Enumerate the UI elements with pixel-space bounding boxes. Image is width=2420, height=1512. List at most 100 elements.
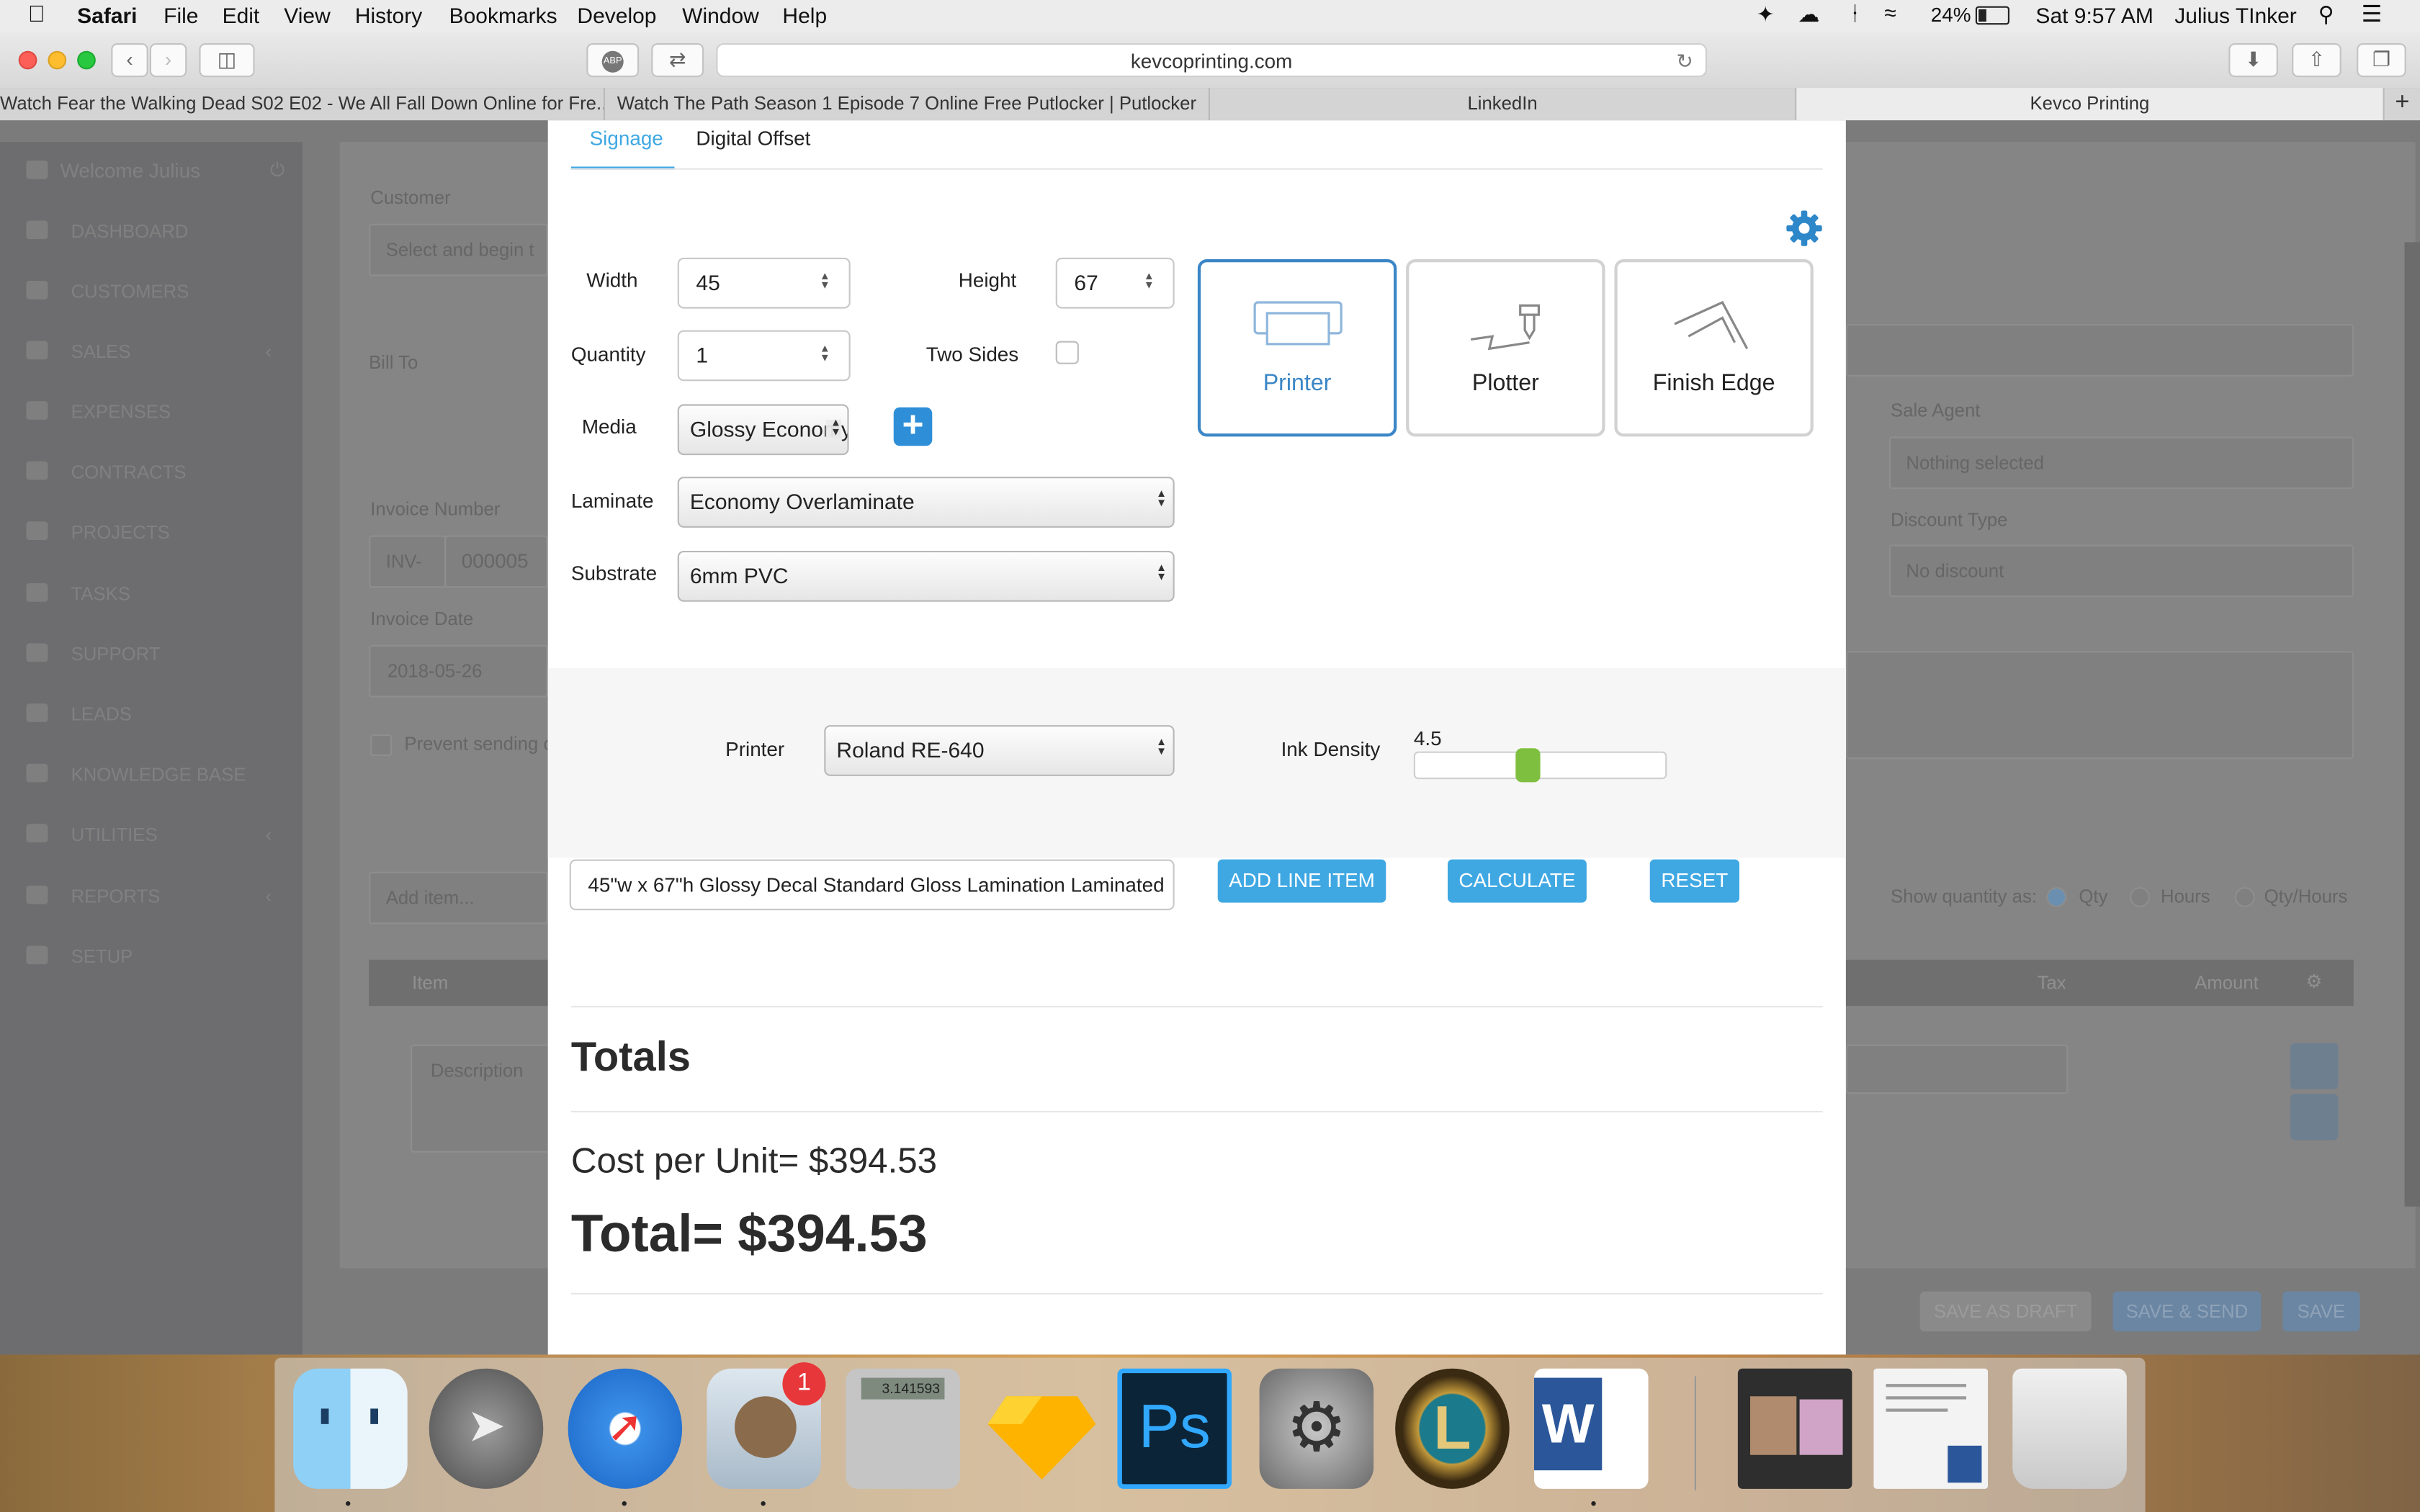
- dock-sketch-icon[interactable]: [985, 1369, 1099, 1489]
- status-select[interactable]: [1845, 324, 2354, 377]
- menu-bookmarks[interactable]: Bookmarks: [449, 3, 557, 27]
- qty-radio[interactable]: [2046, 887, 2067, 907]
- tab-fear-walking-dead[interactable]: Watch Fear the Walking Dead S02 E02 - We…: [0, 88, 605, 121]
- dock-photoshop-icon[interactable]: Ps: [1117, 1368, 1232, 1489]
- menu-history[interactable]: History: [355, 3, 422, 27]
- battery-icon[interactable]: [1975, 6, 2009, 25]
- notification-center-icon[interactable]: ☰: [2362, 0, 2383, 27]
- add-line-item-button[interactable]: ADD LINE ITEM: [1217, 859, 1386, 903]
- page-scrollbar[interactable]: [2404, 242, 2420, 1207]
- customer-select[interactable]: Select and begin t: [369, 223, 548, 276]
- dock-photos-folder-icon[interactable]: [1737, 1368, 1852, 1489]
- width-stepper-icon[interactable]: ▲ ▼: [820, 271, 830, 292]
- media-select[interactable]: Glossy Economy ▲ ▼: [677, 404, 849, 456]
- height-input[interactable]: 67 ▲ ▼: [1055, 257, 1175, 309]
- add-media-button[interactable]: +: [893, 407, 933, 446]
- tool-card-printer[interactable]: Printer: [1197, 259, 1397, 437]
- substrate-select[interactable]: 6mm PVC ▲ ▼: [677, 551, 1175, 602]
- admin-note-textarea[interactable]: [1845, 651, 2354, 760]
- tool-card-finish-edge[interactable]: Finish Edge: [1614, 259, 1814, 437]
- wifi-icon[interactable]: ≈: [1884, 0, 1896, 24]
- menu-clock[interactable]: Sat 9:57 AM: [2035, 3, 2153, 27]
- sale-agent-select[interactable]: Nothing selected: [1888, 436, 2354, 490]
- tool-card-plotter[interactable]: Plotter: [1406, 259, 1605, 437]
- status-tool-icon[interactable]: ✦: [1757, 1, 1775, 27]
- two-sides-checkbox[interactable]: [1055, 341, 1079, 364]
- dock-word-icon[interactable]: W: [1534, 1368, 1649, 1489]
- sidebar-item-projects[interactable]: PROJECTS: [26, 521, 170, 543]
- apple-icon[interactable]: : [28, 1, 45, 27]
- dock-document-icon[interactable]: [1873, 1368, 1988, 1489]
- reload-icon[interactable]: ↻: [1676, 45, 1693, 77]
- tab-digital-offset[interactable]: Digital Offset: [696, 127, 810, 150]
- dock-finder-icon[interactable]: [293, 1368, 408, 1489]
- hours-radio[interactable]: [2130, 887, 2150, 907]
- line-item-description-input[interactable]: 45"w x 67"h Glossy Decal Standard Gloss …: [569, 859, 1175, 911]
- minimize-window-icon[interactable]: [48, 50, 67, 70]
- sidebar-item-tasks[interactable]: TASKS: [26, 583, 130, 605]
- ink-density-slider-handle[interactable]: [1515, 748, 1541, 783]
- menu-view[interactable]: View: [284, 3, 330, 27]
- sidebar-item-setup[interactable]: SETUP: [26, 945, 133, 968]
- tab-the-path[interactable]: Watch The Path Season 1 Episode 7 Online…: [605, 88, 1210, 121]
- add-item-select[interactable]: Add item...: [369, 871, 548, 924]
- ink-density-slider[interactable]: [1413, 748, 1667, 783]
- dock-calculator-icon[interactable]: 3.141593: [846, 1368, 960, 1489]
- sidebar-item-dashboard[interactable]: DASHBOARD: [26, 220, 188, 242]
- qty-hours-radio[interactable]: [2234, 887, 2255, 907]
- sidebar-item-knowledge-base[interactable]: KNOWLEDGE BASE: [26, 763, 246, 786]
- sidebar-item-utilities[interactable]: UTILITIES: [26, 824, 158, 845]
- menu-file[interactable]: File: [163, 3, 198, 27]
- sidebar-item-leads[interactable]: LEADS: [26, 703, 132, 725]
- discount-type-select[interactable]: No discount: [1888, 544, 2354, 598]
- cloud-check-icon[interactable]: ☁: [1798, 1, 1819, 27]
- table-settings-icon[interactable]: ⚙: [2305, 971, 2322, 992]
- sidebar-item-contracts[interactable]: CONTRACTS: [26, 461, 187, 483]
- share-icon[interactable]: ⇧: [2292, 43, 2341, 78]
- printer-select[interactable]: Roland RE-640 ▲ ▼: [824, 725, 1175, 776]
- extension-icon[interactable]: ⇄: [651, 43, 704, 78]
- tabs-overview-icon[interactable]: ❐: [2357, 43, 2406, 78]
- dock-mail-icon[interactable]: 1: [707, 1362, 826, 1489]
- menu-help[interactable]: Help: [782, 3, 827, 27]
- zoom-window-icon[interactable]: [77, 50, 96, 70]
- dock-trash-icon[interactable]: [2012, 1368, 2127, 1489]
- forward-button[interactable]: ›: [149, 43, 187, 78]
- new-tab-icon[interactable]: +: [2385, 88, 2420, 120]
- address-bar[interactable]: kevcoprinting.com ↻: [716, 43, 1708, 78]
- menu-app-safari[interactable]: Safari: [77, 3, 137, 27]
- invoice-date-input[interactable]: 2018-05-26: [369, 644, 548, 698]
- invoice-number-input[interactable]: 000005: [444, 535, 548, 588]
- save-button[interactable]: SAVE: [2282, 1291, 2360, 1332]
- back-button[interactable]: ‹: [111, 43, 148, 78]
- tab-kevco-printing[interactable]: Kevco Printing: [1796, 88, 2385, 121]
- bulk-item-button[interactable]: [2290, 1043, 2339, 1089]
- bluetooth-icon[interactable]: ᛂ: [1849, 1, 1861, 24]
- sidebar-item-sales[interactable]: SALES: [26, 341, 131, 363]
- menu-user[interactable]: Julius TInker: [2174, 3, 2297, 27]
- settings-gear-icon[interactable]: [1783, 207, 1826, 250]
- adblock-icon[interactable]: ABP: [586, 43, 640, 78]
- height-stepper-icon[interactable]: ▲ ▼: [1144, 271, 1155, 292]
- save-as-draft-button[interactable]: SAVE AS DRAFT: [1919, 1291, 2092, 1332]
- sidebar-toggle-button[interactable]: ◫: [199, 43, 255, 78]
- quantity-stepper-icon[interactable]: ▲ ▼: [820, 344, 830, 364]
- description-textarea[interactable]: Description: [411, 1044, 551, 1153]
- sidebar-item-expenses[interactable]: EXPENSES: [26, 401, 171, 423]
- tab-linkedin[interactable]: LinkedIn: [1210, 88, 1797, 121]
- close-window-icon[interactable]: [18, 50, 37, 70]
- dock-safari-icon[interactable]: ➚: [568, 1368, 683, 1489]
- dock-league-of-legends-icon[interactable]: L: [1395, 1368, 1510, 1489]
- width-input[interactable]: 45 ▲ ▼: [677, 257, 851, 309]
- spotlight-search-icon[interactable]: ⚲: [2318, 1, 2334, 27]
- sidebar-item-support[interactable]: SUPPORT: [26, 643, 160, 665]
- reset-button[interactable]: RESET: [1649, 859, 1739, 903]
- save-and-send-button[interactable]: SAVE & SEND: [2112, 1291, 2262, 1332]
- logout-icon[interactable]: ⏻: [270, 159, 284, 182]
- downloads-icon[interactable]: ⬇: [2228, 43, 2278, 78]
- menu-develop[interactable]: Develop: [577, 3, 656, 27]
- dock-launchpad-icon[interactable]: ➤: [429, 1368, 544, 1489]
- sidebar-item-reports[interactable]: REPORTS: [26, 886, 160, 907]
- menu-edit[interactable]: Edit: [223, 3, 260, 27]
- menu-window[interactable]: Window: [682, 3, 759, 27]
